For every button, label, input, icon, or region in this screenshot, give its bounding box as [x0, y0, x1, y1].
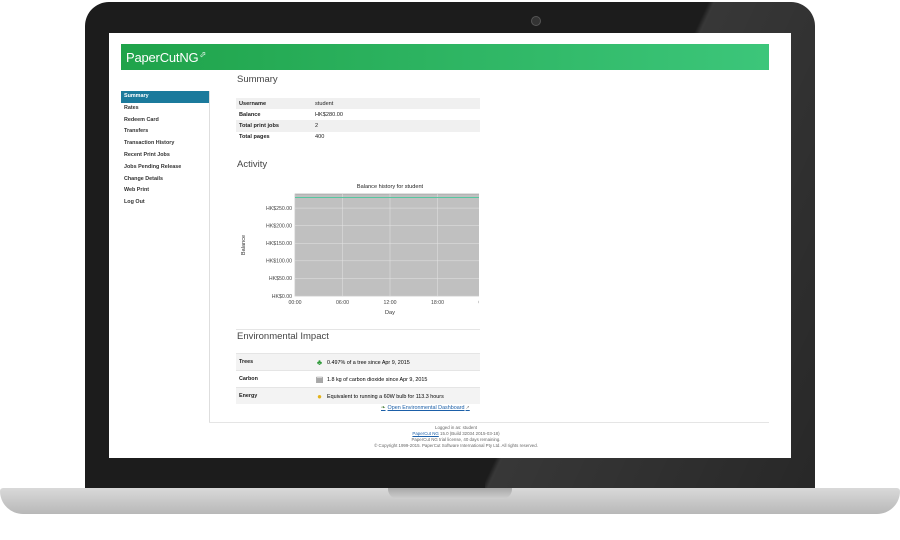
- y-tick-label: HK$100.00: [266, 259, 292, 265]
- table-row: Carbon ▤ 1.8 kg of carbon dioxide since A…: [236, 370, 480, 388]
- table-row: Trees ♣ 0.497% of a tree since Apr 9, 201…: [236, 353, 480, 371]
- table-row: Balance HK$280.00: [236, 109, 480, 120]
- table-row: Username student: [236, 98, 480, 110]
- env-value-cell: ● Equivalent to running a 60W bulb for 11…: [312, 387, 480, 404]
- summary-value: HK$280.00: [315, 111, 343, 118]
- screen: PaperCutNG⬀ Summary Rates Redeem Card Tr…: [109, 33, 791, 458]
- summary-key: Total pages: [239, 134, 270, 141]
- env-key: Trees: [236, 353, 312, 371]
- summary-heading: Summary: [237, 74, 278, 85]
- papercut-logo[interactable]: PaperCutNG⬀: [126, 50, 206, 65]
- y-tick-label: HK$200.00: [266, 223, 292, 229]
- summary-key: Total print jobs: [236, 120, 312, 132]
- environmental-dashboard-link[interactable]: ❧ Open Environmental Dashboard↗: [381, 405, 470, 411]
- logo-mark-icon: ⬀: [199, 50, 206, 59]
- sidebar-item-transaction-history[interactable]: Transaction History: [121, 138, 210, 150]
- plot-area: [294, 193, 479, 297]
- y-tick-label: HK$150.00: [266, 241, 292, 247]
- y-axis-label: Balance: [241, 235, 247, 255]
- env-value-cell: ♣ 0.497% of a tree since Apr 9, 2015: [312, 353, 480, 371]
- divider: [236, 329, 480, 330]
- sidebar-item-jobs-pending-release[interactable]: Jobs Pending Release: [121, 162, 210, 174]
- logo-text: PaperCut: [126, 50, 180, 65]
- env-key: Carbon: [236, 370, 312, 388]
- table-row: Energy ● Equivalent to running a 60W bulb…: [236, 387, 480, 404]
- footer: Logged in as: student PaperCut NG 15.0 (…: [209, 425, 703, 449]
- carbon-icon: ▤: [315, 374, 324, 384]
- leaf-icon: ❧: [381, 405, 386, 411]
- logo-suffix: NG: [179, 50, 199, 65]
- balance-chart: Balance history for student 00:00 06:00 12:…: [241, 184, 479, 316]
- sidebar-item-web-print[interactable]: Web Print: [121, 185, 210, 197]
- bulb-icon: ●: [317, 391, 322, 401]
- summary-key: Balance: [239, 111, 261, 118]
- x-tick-label: 06:00: [336, 300, 349, 306]
- y-tick-label: HK$50.00: [269, 276, 292, 282]
- copyright-text: © Copyright 1999-2015. PaperCut Software…: [374, 443, 538, 448]
- sidebar-divider: [209, 91, 210, 423]
- tree-icon: ♣: [316, 357, 323, 367]
- version-text: 15.0 (Build 32034 2015-03-18): [440, 431, 500, 436]
- summary-value: 2: [312, 120, 480, 132]
- x-tick-label: 18:00: [431, 300, 444, 306]
- env-value: Equivalent to running a 60W bulb for 113…: [327, 393, 444, 400]
- y-tick-label: HK$0.00: [272, 294, 292, 300]
- environment-table: Trees ♣ 0.497% of a tree since Apr 9, 201…: [236, 353, 480, 404]
- external-link-icon: ↗: [465, 405, 470, 411]
- summary-table: Username student Balance HK$280.00 Total…: [236, 98, 480, 143]
- version-link[interactable]: PaperCut NG: [412, 431, 438, 436]
- sidebar-item-recent-print-jobs[interactable]: Recent Print Jobs: [121, 150, 210, 162]
- summary-key: Username: [236, 98, 312, 110]
- table-row: Total pages 400: [236, 132, 480, 143]
- camera-icon: [531, 16, 541, 26]
- x-tick-label: 12:00: [384, 300, 397, 306]
- summary-value: 400: [315, 134, 325, 141]
- env-value: 1.8 kg of carbon dioxide since Apr 9, 20…: [327, 376, 428, 383]
- sidebar-item-redeem-card[interactable]: Redeem Card: [121, 115, 210, 127]
- env-key: Energy: [236, 387, 312, 404]
- x-tick-label: 00:00: [289, 300, 302, 306]
- summary-value: student: [312, 98, 480, 110]
- sidebar-item-rates[interactable]: Rates: [121, 103, 210, 115]
- sidebar-item-transfers[interactable]: Transfers: [121, 126, 210, 138]
- laptop-notch: [388, 488, 512, 499]
- sidebar-item-log-out[interactable]: Log Out: [121, 197, 210, 209]
- header-bar: PaperCutNG⬀: [121, 44, 769, 70]
- y-tick-label: HK$250.00: [266, 206, 292, 212]
- env-value: 0.497% of a tree since Apr 9, 2015: [327, 359, 410, 366]
- sidebar-item-summary[interactable]: Summary: [121, 91, 210, 103]
- table-row: Total print jobs 2: [236, 120, 480, 132]
- sidebar-nav: Summary Rates Redeem Card Transfers Tran…: [121, 91, 210, 209]
- chart-title: Balance history for student: [357, 184, 424, 190]
- sidebar-item-change-details[interactable]: Change Details: [121, 174, 210, 186]
- environmental-impact-heading: Environmental Impact: [237, 331, 329, 342]
- dashboard-link-label[interactable]: Open Environmental Dashboard: [388, 405, 465, 411]
- x-axis-label: Day: [385, 310, 395, 316]
- env-value-cell: ▤ 1.8 kg of carbon dioxide since Apr 9, 2…: [312, 370, 480, 388]
- activity-heading: Activity: [237, 159, 268, 170]
- footer-divider: [209, 422, 769, 423]
